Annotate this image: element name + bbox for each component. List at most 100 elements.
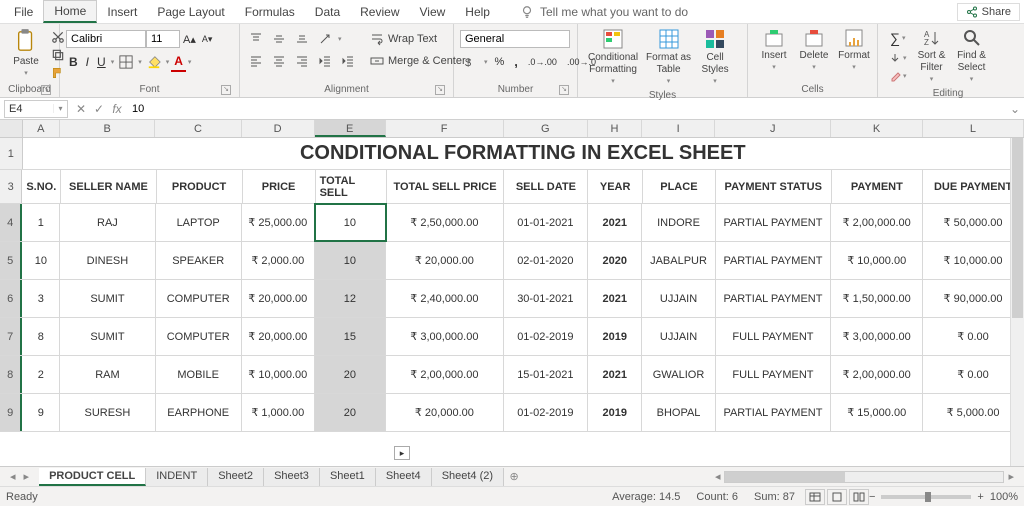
menu-view[interactable]: View bbox=[410, 2, 456, 22]
border-button[interactable] bbox=[116, 53, 136, 71]
sheet-tab[interactable]: INDENT bbox=[146, 468, 208, 486]
cell[interactable]: ₹ 50,000.00 bbox=[923, 204, 1024, 241]
menu-home[interactable]: Home bbox=[43, 0, 97, 23]
col-header-B[interactable]: B bbox=[60, 120, 155, 137]
font-color-button[interactable]: A bbox=[171, 52, 186, 72]
cell[interactable]: 3 bbox=[22, 280, 60, 317]
zoom-level[interactable]: 100% bbox=[990, 491, 1018, 503]
row-header-3[interactable]: 3 bbox=[0, 170, 22, 203]
col-header-G[interactable]: G bbox=[504, 120, 588, 137]
cell[interactable]: 9 bbox=[22, 394, 60, 431]
align-right-button[interactable] bbox=[292, 52, 312, 70]
cell[interactable]: SUMIT bbox=[60, 318, 155, 355]
cell[interactable]: 2019 bbox=[588, 394, 643, 431]
header-total-sell-price[interactable]: TOTAL SELL PRICE bbox=[387, 170, 505, 203]
cell[interactable]: 10 bbox=[22, 242, 60, 279]
header-place[interactable]: PLACE bbox=[643, 170, 716, 203]
cell[interactable]: BHOPAL bbox=[642, 394, 715, 431]
cell[interactable]: ₹ 10,000.00 bbox=[831, 242, 923, 279]
cell[interactable]: ₹ 2,00,000.00 bbox=[386, 356, 504, 393]
col-header-D[interactable]: D bbox=[242, 120, 315, 137]
cell[interactable]: 30-01-2021 bbox=[504, 280, 588, 317]
cell[interactable]: UJJAIN bbox=[642, 280, 715, 317]
vertical-scrollbar[interactable] bbox=[1010, 138, 1024, 466]
cell[interactable]: 01-01-2021 bbox=[504, 204, 588, 241]
zoom-slider[interactable] bbox=[881, 495, 971, 499]
cell[interactable]: 2021 bbox=[588, 204, 643, 241]
increase-font-button[interactable]: A▴ bbox=[180, 31, 199, 48]
cell[interactable]: 15-01-2021 bbox=[504, 356, 588, 393]
row-header-6[interactable]: 6 bbox=[0, 280, 22, 317]
name-box[interactable]: E4▾ bbox=[4, 100, 68, 118]
fx-button[interactable]: fx bbox=[108, 100, 126, 118]
cell[interactable]: UJJAIN bbox=[642, 318, 715, 355]
header-price[interactable]: PRICE bbox=[243, 170, 316, 203]
cell[interactable]: SURESH bbox=[60, 394, 155, 431]
menu-formulas[interactable]: Formulas bbox=[235, 2, 305, 22]
insert-cells-button[interactable]: Insert▾ bbox=[754, 26, 794, 76]
formula-input[interactable] bbox=[126, 100, 1006, 118]
tell-me-search[interactable]: Tell me what you want to do bbox=[520, 5, 688, 19]
menu-help[interactable]: Help bbox=[455, 2, 500, 22]
cell[interactable]: SUMIT bbox=[60, 280, 155, 317]
alignment-dialog-icon[interactable]: ↘ bbox=[435, 85, 445, 95]
cell[interactable]: ₹ 1,000.00 bbox=[242, 394, 315, 431]
chevron-down-icon[interactable]: ▾ bbox=[53, 104, 67, 113]
menu-data[interactable]: Data bbox=[305, 2, 350, 22]
header-product[interactable]: PRODUCT bbox=[157, 170, 243, 203]
header-seller[interactable]: SELLER NAME bbox=[61, 170, 156, 203]
fill-color-button[interactable] bbox=[144, 53, 164, 71]
cell[interactable]: COMPUTER bbox=[156, 318, 242, 355]
autosum-button[interactable]: ∑▾ bbox=[886, 28, 910, 48]
col-header-J[interactable]: J bbox=[715, 120, 831, 137]
row-header-1[interactable]: 1 bbox=[0, 138, 23, 169]
increase-decimal-button[interactable]: .0→.00 bbox=[525, 55, 560, 69]
font-name-select[interactable] bbox=[66, 30, 146, 48]
cell[interactable]: ₹ 20,000.00 bbox=[386, 242, 504, 279]
cell[interactable]: ₹ 20,000.00 bbox=[242, 280, 315, 317]
cell[interactable]: ₹ 0.00 bbox=[923, 318, 1024, 355]
scroll-thumb[interactable] bbox=[1012, 138, 1023, 318]
col-header-E[interactable]: E bbox=[315, 120, 386, 137]
sheet-tab[interactable]: PRODUCT CELL bbox=[39, 468, 146, 486]
sheet-tab[interactable]: Sheet4 bbox=[376, 468, 432, 486]
orientation-button[interactable] bbox=[315, 30, 335, 48]
cell[interactable]: 20 bbox=[315, 394, 386, 431]
cell[interactable]: GWALIOR bbox=[642, 356, 715, 393]
cell[interactable]: ₹ 20,000.00 bbox=[386, 394, 504, 431]
cell[interactable]: PARTIAL PAYMENT bbox=[716, 242, 832, 279]
cell[interactable]: SPEAKER bbox=[156, 242, 242, 279]
menu-file[interactable]: File bbox=[4, 2, 43, 22]
comma-button[interactable]: , bbox=[511, 52, 521, 71]
cell[interactable]: MOBILE bbox=[156, 356, 242, 393]
cell[interactable]: ₹ 2,40,000.00 bbox=[386, 280, 504, 317]
number-format-select[interactable] bbox=[460, 30, 570, 48]
bold-button[interactable]: B bbox=[66, 53, 81, 71]
row-header-7[interactable]: 7 bbox=[0, 318, 22, 355]
col-header-A[interactable]: A bbox=[23, 120, 60, 137]
header-payment-status[interactable]: PAYMENT STATUS bbox=[716, 170, 832, 203]
cell[interactable]: 02-01-2020 bbox=[504, 242, 588, 279]
menu-review[interactable]: Review bbox=[350, 2, 409, 22]
paste-options-button[interactable]: ▸ bbox=[394, 446, 410, 460]
cell[interactable]: 12 bbox=[315, 280, 386, 317]
col-header-I[interactable]: I bbox=[642, 120, 715, 137]
col-header-C[interactable]: C bbox=[155, 120, 241, 137]
row-header-9[interactable]: 9 bbox=[0, 394, 22, 431]
cell[interactable]: 01-02-2019 bbox=[504, 318, 588, 355]
cell[interactable]: COMPUTER bbox=[156, 280, 242, 317]
row-header-4[interactable]: 4 bbox=[0, 204, 22, 241]
cell[interactable]: ₹ 2,00,000.00 bbox=[831, 204, 923, 241]
cell[interactable]: 2021 bbox=[588, 280, 643, 317]
cell[interactable]: PARTIAL PAYMENT bbox=[716, 280, 832, 317]
increase-indent-button[interactable] bbox=[338, 52, 358, 70]
find-select-button[interactable]: Find & Select▾ bbox=[952, 26, 992, 88]
cell[interactable]: ₹ 1,50,000.00 bbox=[831, 280, 923, 317]
align-top-button[interactable] bbox=[246, 30, 266, 48]
cell[interactable]: EARPHONE bbox=[156, 394, 242, 431]
share-button[interactable]: Share bbox=[957, 3, 1020, 21]
cell[interactable]: RAM bbox=[60, 356, 155, 393]
cell[interactable]: 15 bbox=[315, 318, 386, 355]
cell[interactable]: 2 bbox=[22, 356, 60, 393]
select-all-corner[interactable] bbox=[0, 120, 23, 137]
